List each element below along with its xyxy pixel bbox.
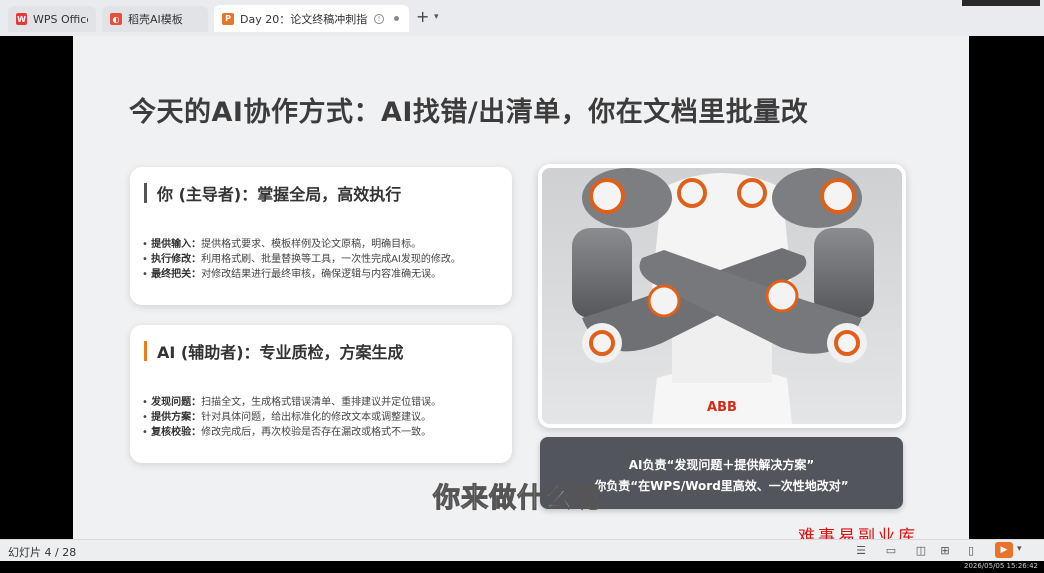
notes-icon[interactable]: ☰ <box>854 543 868 557</box>
presentation-file-icon: P <box>222 12 234 25</box>
video-subtitle: 你来做什么呢 <box>433 483 601 515</box>
card-you: 你 (主导者)：掌握全局，高效执行 • 提供输入：提供格式要求、模板样例及论文原… <box>130 167 512 305</box>
card-ai: AI (辅助者)：专业质检，方案生成 • 发现问题：扫描全文，生成格式错误清单、… <box>130 325 512 463</box>
slide-indicator: 幻灯片 4 / 28 <box>8 546 77 559</box>
accent-bar <box>144 183 147 203</box>
tab-label: 稻壳AI模板 <box>128 13 183 26</box>
reading-view-icon[interactable]: ▯ <box>964 543 978 557</box>
normal-view-icon[interactable]: ◫ <box>914 543 928 557</box>
wps-logo-icon: W <box>16 13 27 25</box>
window-controls <box>962 0 1040 6</box>
summary-line-1: AI负责“发现问题＋提供解决方案” <box>628 458 815 472</box>
card-you-list: • 提供输入：提供格式要求、模板样例及论文原稿，明确目标。 • 执行修改：利用格… <box>142 237 461 282</box>
list-item: • 最终把关：对修改结果进行最终审核，确保逻辑与内容准确无误。 <box>142 269 442 280</box>
template-logo-icon: ◐ <box>110 13 122 25</box>
new-tab-button[interactable]: + <box>416 9 429 25</box>
abb-logo: ABB <box>707 400 737 415</box>
tab-wps-office[interactable]: W WPS Office <box>8 6 96 32</box>
unsaved-dot-icon[interactable] <box>394 16 399 21</box>
comment-icon[interactable]: ▭ <box>884 543 898 557</box>
tab-label: WPS Office <box>32 12 88 26</box>
list-item: • 提供方案：针对具体问题，给出标准化的修改文本或调整建议。 <box>142 412 432 423</box>
card-ai-heading: AI (辅助者)：专业质检，方案生成 <box>144 339 404 363</box>
list-item: • 复核校验：修改完成后，再次校验是否存在漏改或格式不一致。 <box>142 427 432 438</box>
status-bar: 幻灯片 4 / 28 ☰ ▭ ◫ ⊞ ▯ ▶ ▾ <box>0 539 1044 561</box>
system-clock: 2026/05/05 15:26:42 <box>963 562 1038 570</box>
card-you-heading: 你 (主导者)：掌握全局，高效执行 <box>144 181 401 205</box>
accent-bar <box>144 341 147 361</box>
tab-presentation[interactable]: P Day 20：论文终稿冲刺指南（ ! <box>214 5 409 32</box>
chevron-down-icon[interactable]: ▾ <box>434 12 439 22</box>
slideshow-play-button[interactable]: ▶ <box>995 542 1013 558</box>
list-item: • 执行修改：利用格式刷、批量替换等工具，一次性完成AI发现的修改。 <box>142 254 461 265</box>
slide-canvas: 今天的AI协作方式：AI找错/出清单，你在文档里批量改 你 (主导者)：掌握全局… <box>73 36 969 539</box>
slide-title: 今天的AI协作方式：AI找错/出清单，你在文档里批量改 <box>129 97 809 128</box>
card-ai-heading-text: AI (辅助者)：专业质检，方案生成 <box>157 343 404 362</box>
chevron-down-icon[interactable]: ▾ <box>1017 544 1022 554</box>
list-item: • 发现问题：扫描全文，生成格式错误清单、重排建议并定位错误。 <box>142 397 442 408</box>
robot-illustration: ABB <box>542 168 902 424</box>
slide-sorter-icon[interactable]: ⊞ <box>938 543 952 557</box>
tab-label: Day 20：论文终稿冲刺指南（ <box>240 12 368 26</box>
tab-template[interactable]: ◐ 稻壳AI模板 <box>102 6 208 32</box>
card-ai-list: • 发现问题：扫描全文，生成格式错误清单、重排建议并定位错误。 • 提供方案：针… <box>142 395 441 440</box>
card-you-heading-text: 你 (主导者)：掌握全局，高效执行 <box>157 185 402 204</box>
list-item: • 提供输入：提供格式要求、模板样例及论文原稿，明确目标。 <box>142 239 422 250</box>
app-window: W WPS Office ◐ 稻壳AI模板 P Day 20：论文终稿冲刺指南（… <box>0 0 1044 573</box>
tab-bar: W WPS Office ◐ 稻壳AI模板 P Day 20：论文终稿冲刺指南（… <box>0 0 1044 36</box>
robot-photo: ABB <box>538 164 906 428</box>
taskbar: 2026/05/05 15:26:42 <box>0 561 1044 573</box>
info-icon[interactable]: ! <box>374 13 384 24</box>
